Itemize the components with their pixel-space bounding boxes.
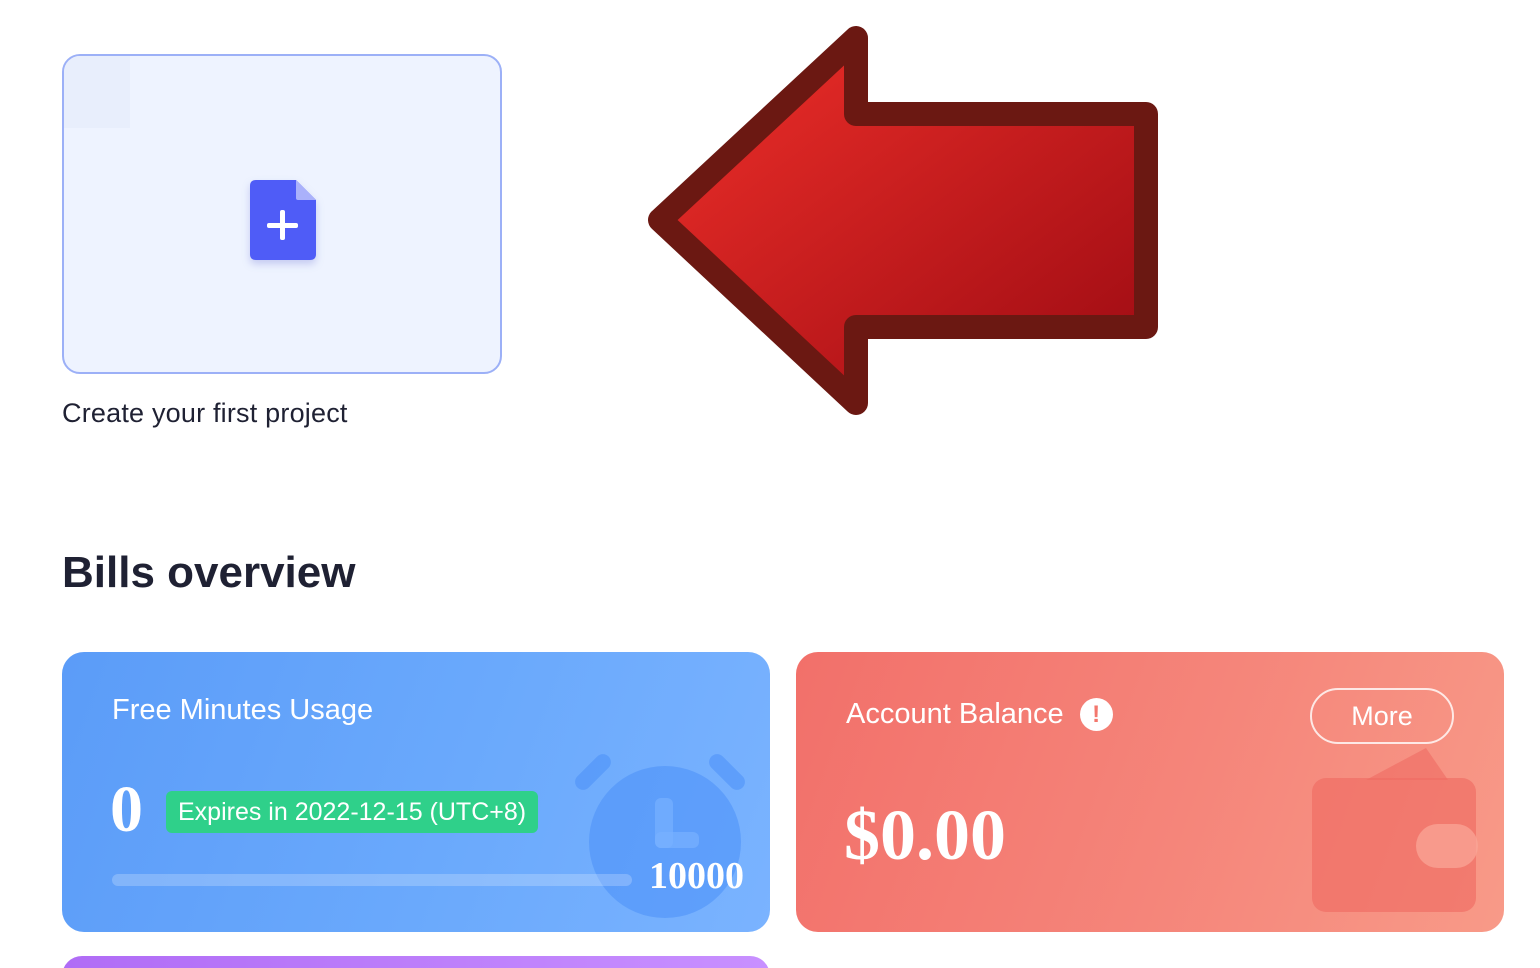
- account-balance-card: Account Balance ! More $0.00: [796, 652, 1504, 932]
- next-bill-card: [62, 956, 770, 968]
- free-minutes-usage-card: Free Minutes Usage 0 Expires in 2022-12-…: [62, 652, 770, 932]
- account-balance-amount: $0.00: [844, 795, 1006, 875]
- more-button[interactable]: More: [1310, 688, 1454, 744]
- usage-progress-bar: [112, 874, 632, 886]
- page: Create your first project Bills overview…: [0, 0, 1540, 968]
- create-project-label[interactable]: Create your first project: [62, 398, 348, 429]
- file-plus-icon: [250, 180, 316, 260]
- card-corner-tint: [64, 56, 130, 128]
- create-project-card[interactable]: [62, 54, 502, 374]
- account-balance-title: Account Balance: [846, 698, 1064, 730]
- bills-overview-title: Bills overview: [62, 548, 356, 597]
- expires-badge: Expires in 2022-12-15 (UTC+8): [166, 791, 539, 833]
- red-left-arrow-annotation: [648, 26, 1158, 415]
- wallet-icon: [1312, 748, 1478, 912]
- free-minutes-usage-title: Free Minutes Usage: [112, 694, 374, 726]
- info-icon[interactable]: !: [1079, 698, 1113, 731]
- account-balance-header: Account Balance !: [846, 698, 1113, 731]
- usage-value: 0: [110, 773, 143, 846]
- usage-total: 10000: [649, 855, 744, 897]
